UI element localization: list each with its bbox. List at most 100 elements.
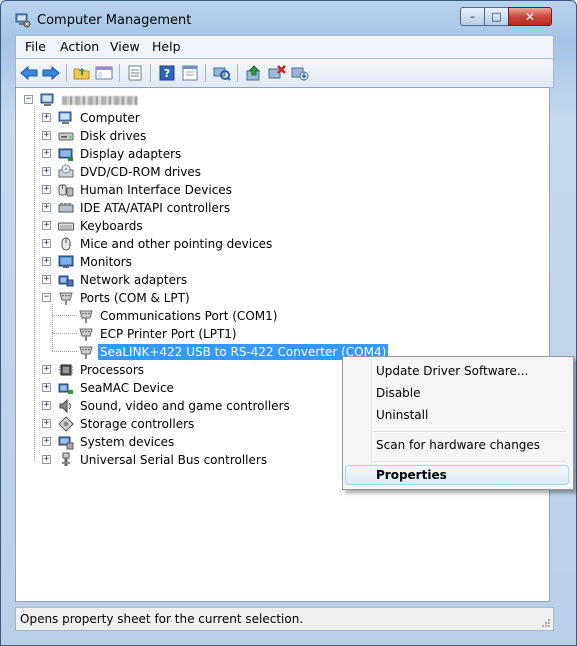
context-menu-separator (373, 461, 567, 463)
device-tree[interactable]: − + Computer + Disk drives + Display adapters… (15, 87, 550, 602)
toolbar-separator (150, 64, 151, 82)
tree-category-sound-video-and-game-controllers[interactable]: + Sound, video and game controllers (42, 397, 292, 415)
uninstall-icon (268, 65, 286, 79)
tree-node-label: Storage controllers (80, 417, 195, 431)
expand-icon[interactable]: + (42, 437, 51, 446)
hid-icon (58, 184, 74, 197)
dvd-drive-icon (58, 164, 74, 178)
tree-node-label: Human Interface Devices (80, 183, 232, 197)
tree-category-storage-controllers[interactable]: + Storage controllers (42, 415, 196, 433)
usb-icon (62, 452, 70, 466)
expand-icon[interactable]: + (42, 203, 51, 212)
tree-category-dvd-cd-rom-drives[interactable]: + DVD/CD-ROM drives (42, 163, 203, 181)
tree-node-label: Sound, video and game controllers (80, 399, 290, 413)
export-list-button[interactable] (125, 63, 145, 83)
show-hide-console-tree-button[interactable] (94, 63, 114, 83)
expand-icon[interactable]: + (42, 185, 51, 194)
tree-category-human-interface-devices[interactable]: + Human Interface Devices (42, 181, 234, 199)
tree-category-ports-com-lpt[interactable]: − Ports (COM & LPT) (42, 289, 192, 307)
expand-icon[interactable]: + (42, 401, 51, 410)
mouse-icon (61, 237, 71, 251)
uninstall-button[interactable] (267, 63, 287, 83)
display-adapter-icon (58, 148, 73, 161)
ide-controller-icon (58, 203, 74, 213)
tree-category-disk-drives[interactable]: + Disk drives (42, 127, 148, 145)
expand-icon[interactable]: + (42, 257, 51, 266)
expand-icon[interactable]: + (42, 113, 51, 122)
tree-category-computer[interactable]: + Computer (42, 109, 142, 127)
collapse-icon[interactable]: − (24, 95, 33, 104)
disable-button[interactable] (290, 63, 310, 83)
context-properties[interactable]: Properties (376, 468, 447, 482)
context-disable[interactable]: Disable (376, 386, 421, 400)
properties-button[interactable] (180, 63, 200, 83)
expand-icon[interactable]: + (42, 419, 51, 428)
menu-action[interactable]: Action (60, 39, 99, 54)
tree-category-universal-serial-bus-controllers[interactable]: + Universal Serial Bus controllers (42, 451, 269, 469)
status-bar: Opens property sheet for the current sel… (15, 607, 554, 631)
expand-icon[interactable]: + (42, 131, 51, 140)
expand-icon[interactable]: + (42, 275, 51, 284)
context-menu-separator (373, 431, 567, 433)
computer-icon (58, 111, 72, 124)
port-icon (79, 310, 93, 323)
maximize-button[interactable]: □ (484, 7, 509, 26)
expand-icon[interactable]: + (42, 221, 51, 230)
menu-view[interactable]: View (110, 39, 140, 54)
title-bar[interactable]: Computer Management – □ ✕ (1, 1, 576, 35)
context-update-driver-software[interactable]: Update Driver Software... (376, 364, 528, 378)
close-button[interactable]: ✕ (508, 7, 552, 26)
svg-text:?: ? (164, 67, 170, 80)
menu-file[interactable]: File (25, 39, 46, 54)
tree-node-label: DVD/CD-ROM drives (80, 165, 202, 179)
collapse-icon[interactable]: − (42, 293, 51, 302)
tree-node-label: Network adapters (80, 273, 188, 287)
disable-icon (291, 67, 309, 81)
expand-icon[interactable]: + (42, 167, 51, 176)
help-button[interactable]: ? (157, 63, 177, 83)
tree-category-processors[interactable]: + Processors (42, 361, 146, 379)
up-folder-button[interactable] (72, 63, 92, 83)
tree-line (34, 106, 36, 461)
minimize-button[interactable]: – (460, 7, 485, 26)
tree-line (52, 351, 77, 353)
expand-icon[interactable]: + (42, 383, 51, 392)
forward-button[interactable] (41, 63, 61, 83)
tree-category-keyboards[interactable]: + Keyboards (42, 217, 145, 235)
resize-grip-icon[interactable] (541, 618, 551, 628)
menu-bar: File Action View Help (15, 35, 554, 58)
expand-icon[interactable]: + (42, 149, 51, 158)
context-scan-hardware-changes[interactable]: Scan for hardware changes (376, 438, 540, 452)
maximize-icon: □ (491, 10, 502, 23)
tree-node-label: Computer (80, 111, 140, 125)
tree-category-ide-ata-atapi-controllers[interactable]: + IDE ATA/ATAPI controllers (42, 199, 232, 217)
tree-category-monitors[interactable]: + Monitors (42, 253, 134, 271)
sound-icon (59, 398, 71, 414)
back-button[interactable] (19, 63, 39, 83)
tree-category-system-devices[interactable]: + System devices (42, 433, 176, 451)
update-driver-button[interactable] (244, 63, 264, 83)
tree-device[interactable]: Communications Port (COM1) (78, 307, 279, 325)
tree-node-label: SeaMAC Device (80, 381, 174, 395)
computer-management-window: Computer Management – □ ✕ File Action Vi… (0, 0, 577, 646)
tree-node-label: Ports (COM & LPT) (80, 291, 190, 305)
tree-line (52, 304, 54, 351)
context-uninstall[interactable]: Uninstall (376, 408, 428, 422)
update-driver-icon (246, 65, 261, 81)
tree-root-node[interactable]: − (24, 91, 138, 109)
tree-category-network-adapters[interactable]: + Network adapters (42, 271, 189, 289)
properties-icon (182, 65, 198, 81)
menu-help[interactable]: Help (152, 39, 181, 54)
expand-icon[interactable]: + (42, 365, 51, 374)
tree-category-seamac-device[interactable]: + SeaMAC Device (42, 379, 176, 397)
expand-icon[interactable]: + (42, 455, 51, 464)
export-list-icon (128, 65, 142, 81)
minimize-icon: – (469, 10, 476, 23)
tree-device[interactable]: ECP Printer Port (LPT1) (78, 325, 239, 343)
port-icon (79, 346, 93, 359)
scan-hardware-button[interactable] (212, 63, 232, 83)
expand-icon[interactable]: + (42, 239, 51, 248)
tree-category-mice-and-other-pointing-devices[interactable]: + Mice and other pointing devices (42, 235, 274, 253)
tree-category-display-adapters[interactable]: + Display adapters (42, 145, 183, 163)
show-hide-console-tree-icon (95, 66, 113, 80)
